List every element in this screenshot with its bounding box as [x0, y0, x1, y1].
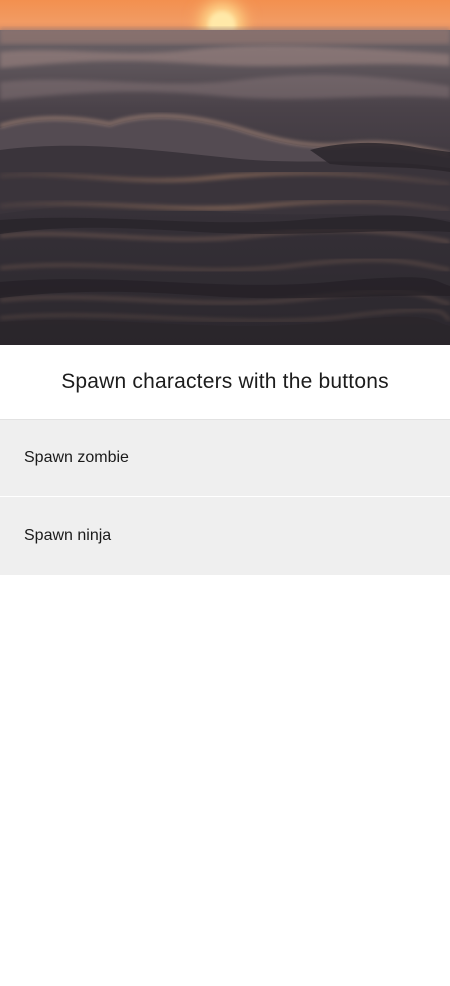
header-image-ocean-sunset	[0, 0, 450, 345]
ocean-sunset-image	[0, 0, 450, 345]
page-title: Spawn characters with the buttons	[0, 345, 450, 420]
app-page: Spawn characters with the buttons Spawn …	[0, 0, 450, 986]
spawn-button-list: Spawn zombie Spawn ninja	[0, 420, 450, 575]
spawn-zombie-button[interactable]: Spawn zombie	[0, 420, 450, 497]
spawn-ninja-button[interactable]: Spawn ninja	[0, 497, 450, 575]
